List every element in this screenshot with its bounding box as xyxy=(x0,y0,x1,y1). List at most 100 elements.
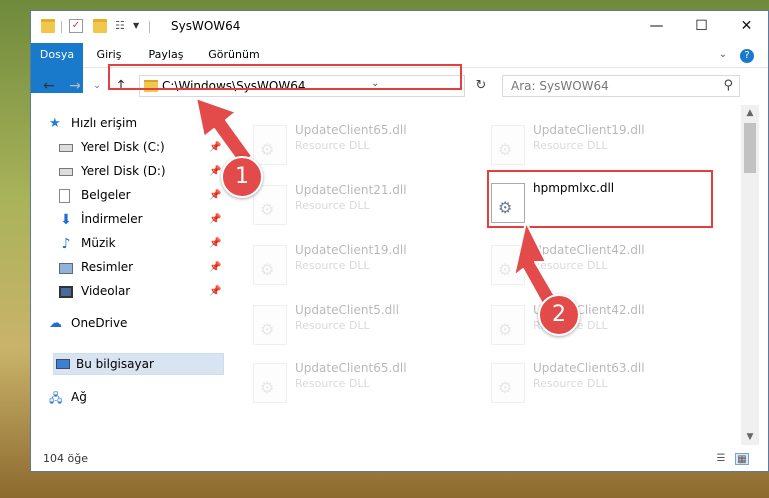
gear-icon: ⚙ xyxy=(260,140,275,159)
new-folder-icon[interactable] xyxy=(93,19,107,33)
scroll-down-arrow-icon[interactable]: ▼ xyxy=(741,429,759,445)
file-name: UpdateClient19.dll xyxy=(533,123,645,137)
file-item[interactable]: ⚙ UpdateClient42.dll Resource DLL xyxy=(491,241,711,291)
sidebar-item-local-disk-c[interactable]: Yerel Disk (C:) 📌 xyxy=(31,137,226,159)
back-button[interactable]: ← xyxy=(39,76,59,96)
gear-icon: ⚙ xyxy=(498,320,513,339)
dll-file-icon: ⚙ xyxy=(253,125,287,165)
sidebar-item-label: Ağ xyxy=(71,390,87,404)
dll-file-icon: ⚙ xyxy=(253,185,287,225)
step-1-badge: 1 xyxy=(221,156,263,198)
cloud-icon: ☁ xyxy=(49,316,62,331)
sidebar-item-videos[interactable]: Videolar 📌 xyxy=(31,281,226,303)
dll-file-icon: ⚙ xyxy=(253,245,287,285)
file-item[interactable]: ⚙ UpdateClient21.dll Resource DLL xyxy=(253,181,473,231)
sidebar-item-network[interactable]: 🖧 Ağ xyxy=(31,387,226,409)
file-name: UpdateClient21.dll xyxy=(295,183,407,197)
separator xyxy=(149,21,150,33)
recent-locations-button[interactable]: ⌄ xyxy=(87,76,107,96)
dll-file-icon: ⚙ xyxy=(491,363,525,403)
forward-button[interactable]: → xyxy=(65,76,85,96)
sidebar-item-pictures[interactable]: Resimler 📌 xyxy=(31,257,226,279)
computer-icon xyxy=(56,359,70,369)
refresh-button[interactable]: ↻ xyxy=(472,76,490,96)
document-icon xyxy=(59,189,70,203)
minimize-button[interactable]: — xyxy=(634,11,679,43)
properties-icon[interactable]: ✓ xyxy=(69,19,83,33)
details-view-icon[interactable]: ☰ xyxy=(714,453,728,465)
file-description: Resource DLL xyxy=(295,139,370,152)
search-icon: ⚲ xyxy=(723,78,733,93)
sidebar-item-onedrive[interactable]: ☁ OneDrive xyxy=(31,313,226,335)
file-name: UpdateClient65.dll xyxy=(295,361,407,375)
pin-icon: 📌 xyxy=(209,286,222,297)
file-description: Resource DLL xyxy=(295,377,370,390)
sidebar-item-label: Bu bilgisayar xyxy=(76,357,154,371)
step-2-badge: 2 xyxy=(538,294,580,336)
music-note-icon: ♪ xyxy=(61,236,71,252)
sidebar-item-local-disk-d[interactable]: Yerel Disk (D:) 📌 xyxy=(31,161,226,183)
file-description: Resource DLL xyxy=(295,259,370,272)
sidebar-item-label: OneDrive xyxy=(71,316,128,330)
large-icons-view-icon[interactable]: ▦ xyxy=(735,453,749,465)
scroll-up-arrow-icon[interactable]: ▲ xyxy=(741,105,759,121)
sidebar-item-label: İndirmeler xyxy=(81,212,143,226)
gear-icon: ⚙ xyxy=(498,378,513,397)
view-options-icon[interactable]: ☷ xyxy=(115,19,129,33)
file-item[interactable]: ⚙ UpdateClient65.dll Resource DLL xyxy=(253,121,473,171)
download-arrow-icon: ⬇ xyxy=(60,212,72,228)
title-bar: ✓ ☷ ▼ SysWOW64 — ☐ ✕ xyxy=(31,11,768,43)
sidebar-item-this-pc[interactable]: Bu bilgisayar xyxy=(53,353,224,375)
file-name: UpdateClient19.dll xyxy=(295,243,407,257)
chevron-down-icon[interactable]: ▼ xyxy=(133,19,147,33)
vertical-scrollbar[interactable]: ▲ ▼ xyxy=(741,105,759,445)
folder-icon xyxy=(41,19,55,33)
pin-icon: 📌 xyxy=(209,190,222,201)
file-name: UpdateClient42.dll xyxy=(533,243,645,257)
dll-file-icon: ⚙ xyxy=(491,245,525,285)
drive-icon xyxy=(59,168,73,176)
gear-icon: ⚙ xyxy=(498,260,513,279)
file-list: ⚙ UpdateClient65.dll Resource DLL ⚙ Upda… xyxy=(227,105,741,445)
close-button[interactable]: ✕ xyxy=(724,11,769,43)
gear-icon: ⚙ xyxy=(498,140,513,159)
navigation-pane: ★ Hızlı erişim Yerel Disk (C:) 📌 Yerel D… xyxy=(31,105,226,445)
dll-file-icon: ⚙ xyxy=(491,125,525,165)
file-description: Resource DLL xyxy=(533,377,608,390)
file-description: Resource DLL xyxy=(533,259,608,272)
file-description: Resource DLL xyxy=(295,319,370,332)
pin-icon: 📌 xyxy=(209,166,222,177)
scroll-thumb[interactable] xyxy=(744,123,756,173)
file-item[interactable]: ⚙ UpdateClient63.dll Resource DLL xyxy=(491,359,711,409)
help-icon: ? xyxy=(740,49,754,63)
sidebar-item-label: Belgeler xyxy=(81,188,131,202)
address-highlight-box xyxy=(108,64,462,90)
pin-icon: 📌 xyxy=(209,214,222,225)
search-box[interactable]: Ara: SysWOW64 ⚲ xyxy=(502,75,740,97)
file-item[interactable]: ⚙ UpdateClient42.dll Resource DLL xyxy=(491,301,711,351)
item-count: 104 öğe xyxy=(43,452,88,465)
sidebar-item-label: Yerel Disk (D:) xyxy=(81,164,166,178)
sidebar-item-documents[interactable]: Belgeler 📌 xyxy=(31,185,226,207)
file-description: Resource DLL xyxy=(295,199,370,212)
file-item[interactable]: ⚙ UpdateClient19.dll Resource DLL xyxy=(491,121,711,171)
sidebar-item-downloads[interactable]: ⬇ İndirmeler 📌 xyxy=(31,209,226,231)
file-item[interactable]: ⚙ UpdateClient5.dll Resource DLL xyxy=(253,301,473,351)
sidebar-item-music[interactable]: ♪ Müzik 📌 xyxy=(31,233,226,255)
sidebar-item-quick-access[interactable]: ★ Hızlı erişim xyxy=(31,113,226,135)
help-button[interactable]: ? xyxy=(735,43,759,67)
file-highlight-box xyxy=(487,170,713,228)
file-item[interactable]: ⚙ UpdateClient65.dll Resource DLL xyxy=(253,359,473,409)
gear-icon: ⚙ xyxy=(260,320,275,339)
file-item[interactable]: ⚙ UpdateClient19.dll Resource DLL xyxy=(253,241,473,291)
expand-ribbon-icon[interactable]: ⌄ xyxy=(713,43,733,67)
video-film-icon xyxy=(59,286,73,298)
pin-icon: 📌 xyxy=(209,238,222,249)
gear-icon: ⚙ xyxy=(260,260,275,279)
maximize-button[interactable]: ☐ xyxy=(679,11,724,43)
pictures-icon xyxy=(59,263,73,274)
gear-icon: ⚙ xyxy=(260,200,275,219)
sidebar-item-label: Videolar xyxy=(81,284,131,298)
pin-icon: 📌 xyxy=(209,262,222,273)
window-title: SysWOW64 xyxy=(171,19,241,33)
